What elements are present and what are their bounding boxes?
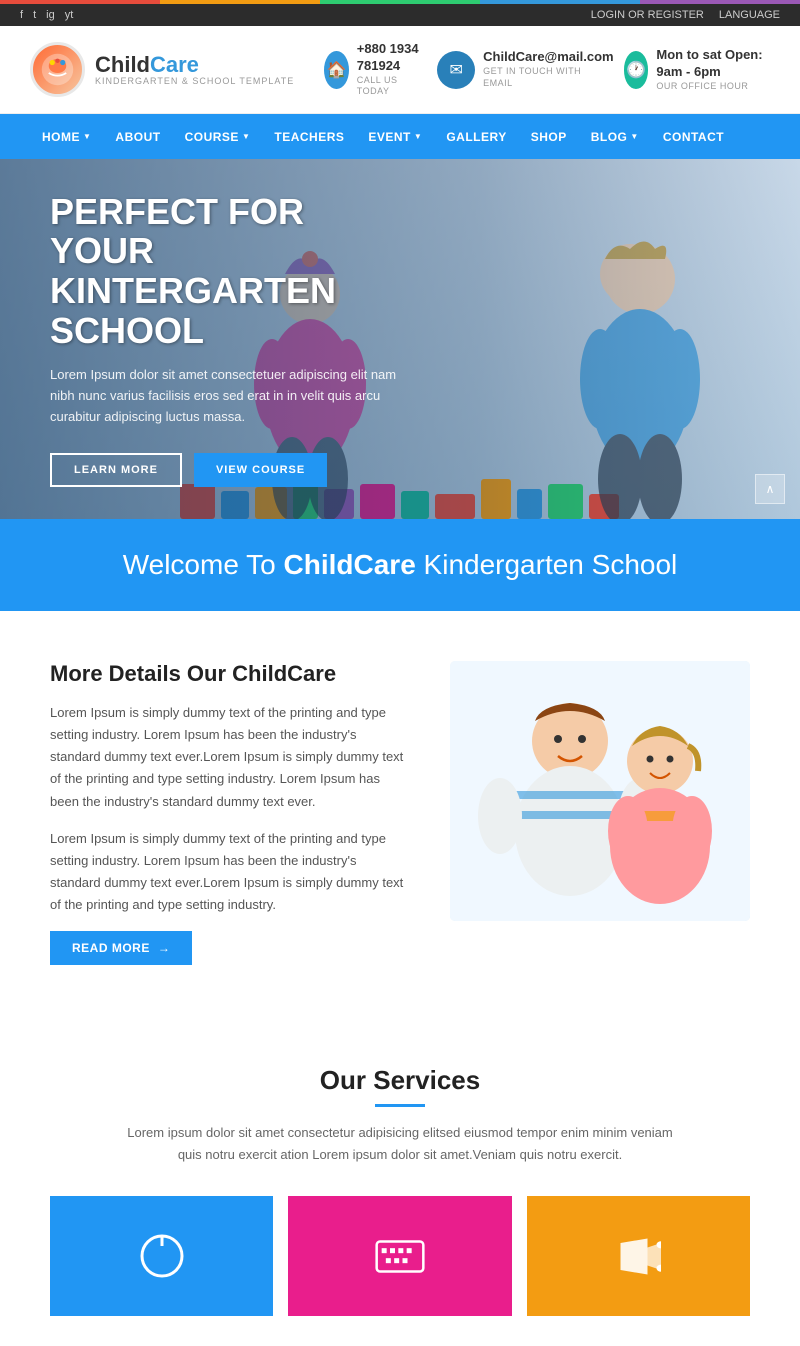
phone-label: CALL US TODAY [357, 75, 427, 98]
social-links: f t ig yt [20, 9, 73, 21]
office-hours: Mon to sat Open: 9am - 6pm [656, 47, 770, 81]
instagram-icon[interactable]: ig [46, 9, 55, 21]
event-dropdown-arrow: ▼ [414, 132, 422, 141]
welcome-text-bold: ChildCare [284, 549, 416, 580]
logo[interactable]: ChildCare KINDERGARTEN & SCHOOL TEMPLATE [30, 42, 294, 97]
clock-icon: 🕐 [624, 51, 649, 89]
nav-about[interactable]: ABOUT [103, 114, 172, 159]
hero-title: PERFECT FOR YOUR KINTERGARTEN SCHOOL [50, 192, 410, 350]
nav-teachers[interactable]: TEACHERS [262, 114, 356, 159]
hours-detail: Mon to sat Open: 9am - 6pm OUR OFFICE HO… [656, 47, 770, 92]
services-title: Our Services [50, 1065, 750, 1096]
about-section: More Details Our ChildCare Lorem Ipsum i… [0, 611, 800, 1015]
twitter-icon[interactable]: t [33, 9, 36, 21]
logo-child: Child [95, 52, 150, 77]
welcome-text-normal: Welcome To [123, 549, 284, 580]
header-contacts: 🏠 +880 1934 781924 CALL US TODAY ✉ Child… [324, 41, 770, 98]
email-detail: ChildCare@mail.com GET IN TOUCH WITH EMA… [483, 49, 613, 89]
view-course-button[interactable]: VIEW COURSE [194, 453, 327, 487]
welcome-section: Welcome To ChildCare Kindergarten School [0, 519, 800, 611]
hero-buttons: LEARN MORE VIEW COURSE [50, 453, 410, 487]
hours-label: OUR OFFICE HOUR [656, 81, 770, 93]
email-contact: ✉ ChildCare@mail.com GET IN TOUCH WITH E… [437, 49, 613, 89]
language-link[interactable]: LANGUAGE [719, 9, 780, 21]
youtube-icon[interactable]: yt [65, 9, 74, 21]
nav-blog[interactable]: BLOG ▼ [579, 114, 651, 159]
nav-contact[interactable]: CONTACT [651, 114, 736, 159]
blog-dropdown-arrow: ▼ [630, 132, 638, 141]
welcome-text-end: Kindergarten School [416, 549, 678, 580]
nav-event[interactable]: EVENT ▼ [356, 114, 434, 159]
hero-section: PERFECT FOR YOUR KINTERGARTEN SCHOOL Lor… [0, 159, 800, 519]
services-description: Lorem ipsum dolor sit amet consectetur a… [125, 1122, 675, 1166]
logo-care: Care [150, 52, 199, 77]
about-image [450, 661, 750, 921]
read-more-button[interactable]: READ MORE → [50, 931, 192, 965]
service-card-3[interactable] [527, 1196, 750, 1316]
scroll-up-button[interactable]: ∧ [755, 474, 785, 504]
about-title: More Details Our ChildCare [50, 661, 410, 687]
about-text-2: Lorem Ipsum is simply dummy text of the … [50, 828, 410, 916]
nav-gallery[interactable]: GALLERY [434, 114, 518, 159]
phone-number: +880 1934 781924 [357, 41, 427, 75]
nav-shop[interactable]: SHOP [519, 114, 579, 159]
nav-course[interactable]: COURSE ▼ [173, 114, 263, 159]
read-more-label: READ MORE [72, 941, 150, 955]
email-address: ChildCare@mail.com [483, 49, 613, 66]
header: ChildCare KINDERGARTEN & SCHOOL TEMPLATE… [0, 26, 800, 114]
service-card-1[interactable] [50, 1196, 273, 1316]
email-label: GET IN TOUCH WITH EMAIL [483, 66, 613, 89]
facebook-icon[interactable]: f [20, 9, 23, 21]
arrow-icon: → [158, 941, 171, 955]
phone-icon: 🏠 [324, 51, 349, 89]
logo-icon [30, 42, 85, 97]
course-dropdown-arrow: ▼ [242, 132, 250, 141]
logo-subtitle: KINDERGARTEN & SCHOOL TEMPLATE [95, 77, 294, 87]
hero-content: PERFECT FOR YOUR KINTERGARTEN SCHOOL Lor… [0, 159, 460, 519]
top-bar: f t ig yt LOGIN OR REGISTER LANGUAGE [0, 4, 800, 26]
hero-description: Lorem Ipsum dolor sit amet consectetuer … [50, 365, 410, 427]
learn-more-button[interactable]: LEARN MORE [50, 453, 182, 487]
navbar: HOME ▼ ABOUT COURSE ▼ TEACHERS EVENT ▼ G… [0, 114, 800, 159]
login-register-link[interactable]: LOGIN OR REGISTER [591, 9, 704, 21]
about-content: More Details Our ChildCare Lorem Ipsum i… [50, 661, 410, 965]
phone-contact: 🏠 +880 1934 781924 CALL US TODAY [324, 41, 427, 98]
email-icon: ✉ [437, 51, 475, 89]
logo-text: ChildCare KINDERGARTEN & SCHOOL TEMPLATE [95, 53, 294, 87]
services-divider [375, 1104, 425, 1107]
home-dropdown-arrow: ▼ [83, 132, 91, 141]
service-cards [50, 1196, 750, 1316]
hours-contact: 🕐 Mon to sat Open: 9am - 6pm OUR OFFICE … [624, 47, 770, 92]
nav-home[interactable]: HOME ▼ [30, 114, 103, 159]
phone-detail: +880 1934 781924 CALL US TODAY [357, 41, 427, 98]
services-section: Our Services Lorem ipsum dolor sit amet … [0, 1015, 800, 1346]
top-bar-right: LOGIN OR REGISTER LANGUAGE [591, 9, 780, 21]
about-text-1: Lorem Ipsum is simply dummy text of the … [50, 702, 410, 812]
service-card-2[interactable] [288, 1196, 511, 1316]
welcome-text: Welcome To ChildCare Kindergarten School [30, 549, 770, 581]
